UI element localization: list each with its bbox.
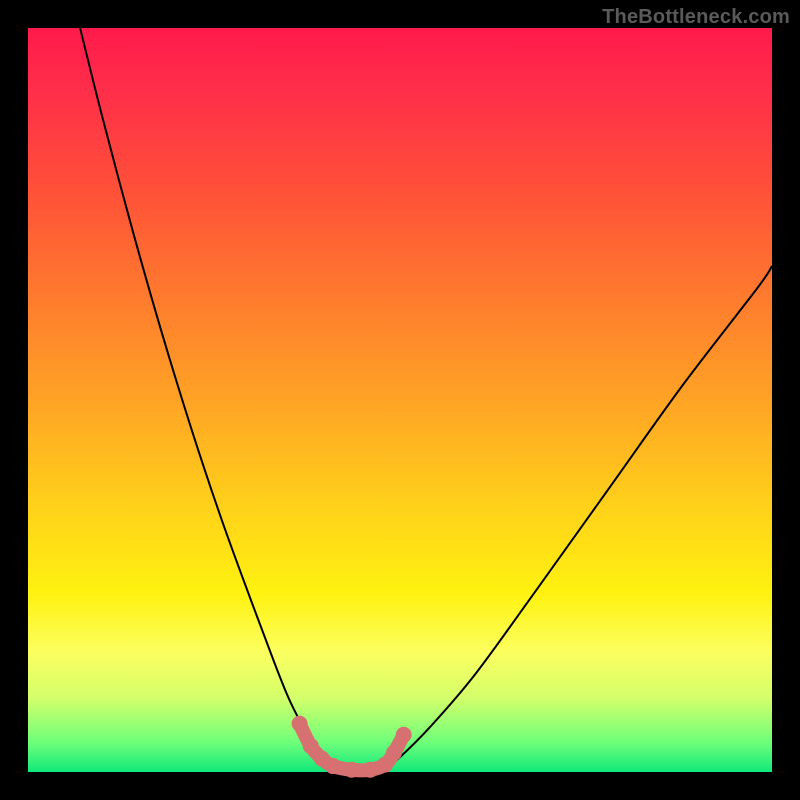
highlight-marker — [396, 727, 412, 743]
highlight-markers — [292, 716, 412, 778]
chart-frame: TheBottleneck.com — [0, 0, 800, 800]
watermark-text: TheBottleneck.com — [602, 6, 790, 29]
left-curve — [80, 28, 337, 768]
highlight-marker — [325, 758, 341, 774]
right-curve — [385, 266, 772, 768]
chart-svg — [28, 28, 772, 772]
highlight-marker — [303, 738, 319, 754]
highlight-marker — [362, 762, 378, 778]
highlight-marker — [292, 716, 308, 732]
highlight-marker — [386, 745, 402, 761]
plot-area — [28, 28, 772, 772]
highlight-marker — [344, 762, 360, 778]
